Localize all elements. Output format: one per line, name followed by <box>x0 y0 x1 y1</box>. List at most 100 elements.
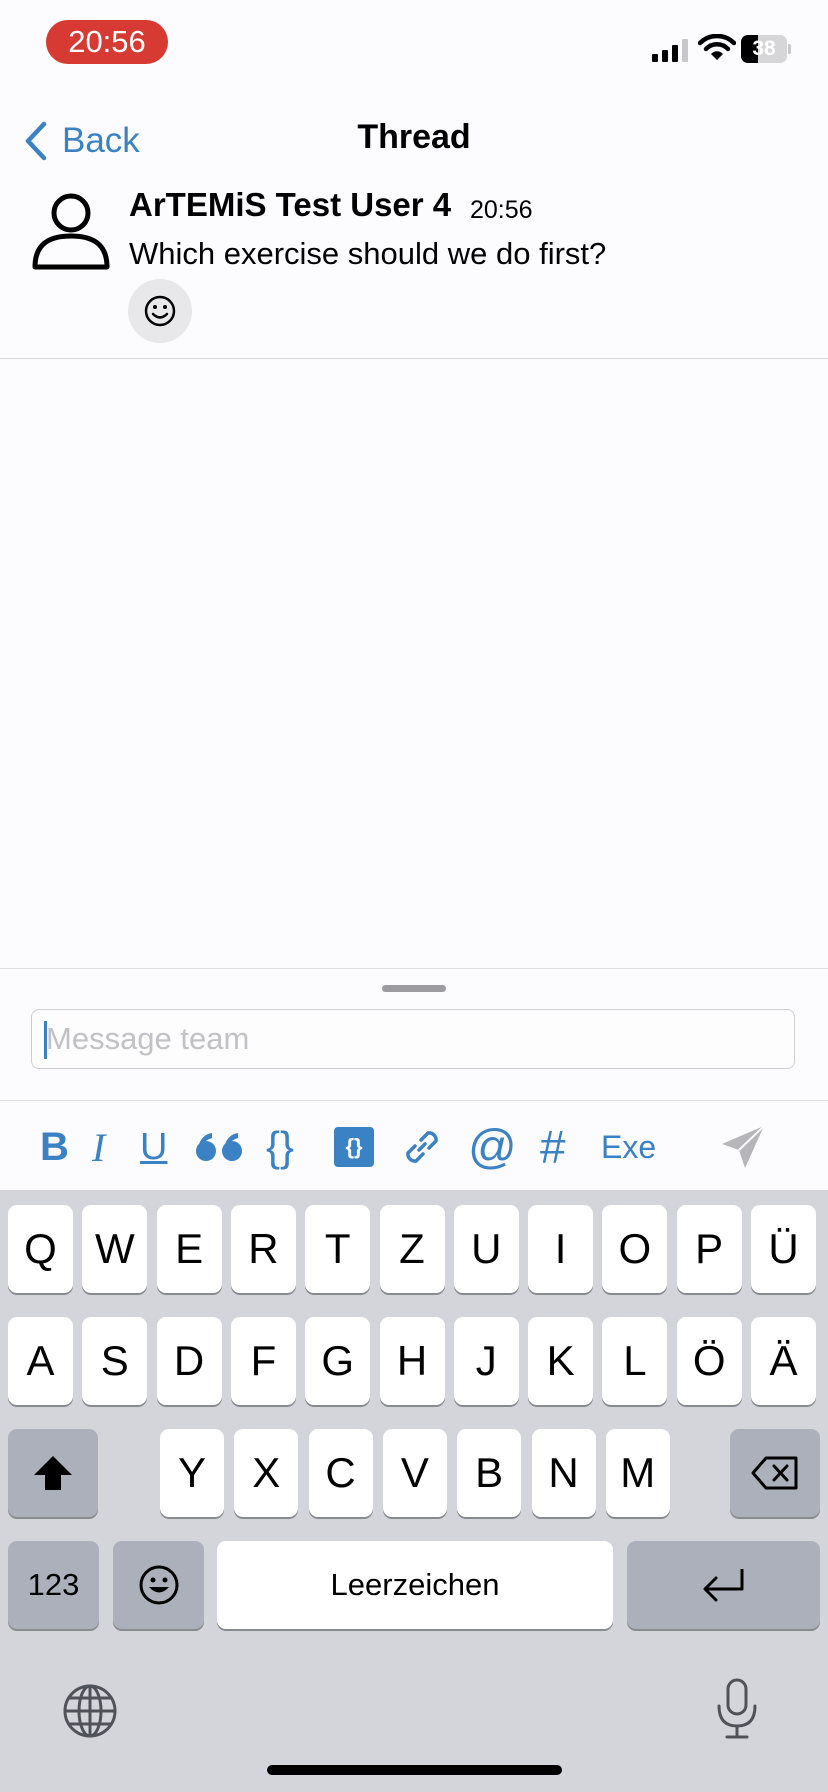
quote-button[interactable] <box>194 1119 244 1175</box>
return-key[interactable] <box>627 1541 820 1629</box>
post-time: 20:56 <box>470 196 533 224</box>
key-ü[interactable]: Ü <box>751 1205 816 1293</box>
globe-icon[interactable] <box>62 1683 118 1739</box>
battery-level: 38 <box>752 37 776 60</box>
key-d[interactable]: D <box>156 1317 222 1405</box>
microphone-icon[interactable] <box>716 1678 758 1740</box>
key-label: Ä <box>769 1337 798 1384</box>
wifi-icon <box>698 34 736 60</box>
key-y[interactable]: Y <box>160 1429 224 1517</box>
backspace-icon <box>751 1456 798 1490</box>
key-label: F <box>250 1337 277 1384</box>
key-z[interactable]: Z <box>379 1205 445 1293</box>
message-input[interactable] <box>31 1009 795 1069</box>
inline-code-button[interactable]: {} <box>266 1119 294 1175</box>
post-text: Which exercise should we do first? <box>129 236 607 271</box>
key-ä[interactable]: Ä <box>751 1317 816 1405</box>
emoji-key[interactable] <box>113 1541 204 1629</box>
key-e[interactable]: E <box>156 1205 222 1293</box>
key-label: C <box>325 1449 356 1496</box>
key-label: I <box>554 1225 567 1272</box>
key-ö[interactable]: Ö <box>676 1317 742 1405</box>
key-o[interactable]: O <box>602 1205 668 1293</box>
mention-button[interactable]: @ <box>468 1119 517 1175</box>
key-label: W <box>94 1225 135 1272</box>
key-label: M <box>620 1449 656 1496</box>
shift-key[interactable] <box>8 1429 98 1517</box>
home-indicator[interactable] <box>267 1765 562 1775</box>
key-label: K <box>546 1337 575 1384</box>
key-label: B <box>475 1449 504 1496</box>
send-button[interactable] <box>718 1119 768 1175</box>
add-reaction-button[interactable] <box>128 279 192 343</box>
link-icon <box>406 1131 438 1163</box>
key-u[interactable]: U <box>453 1205 519 1293</box>
key-t[interactable]: T <box>305 1205 371 1293</box>
key-c[interactable]: C <box>308 1429 373 1517</box>
person-icon <box>32 193 110 270</box>
delete-key[interactable] <box>730 1429 820 1517</box>
status-time: 20:56 <box>46 20 168 64</box>
key-f[interactable]: F <box>230 1317 296 1405</box>
key-label: P <box>695 1225 724 1272</box>
return-icon <box>703 1569 743 1602</box>
key-q[interactable]: Q <box>8 1205 73 1293</box>
key-label: U <box>471 1225 502 1272</box>
key-k[interactable]: K <box>528 1317 594 1405</box>
key-label: N <box>548 1449 579 1496</box>
key-label: D <box>173 1337 205 1384</box>
exercise-reference-button[interactable]: Exe <box>601 1119 656 1175</box>
space-key[interactable]: Leerzeichen <box>217 1541 613 1629</box>
key-j[interactable]: J <box>453 1317 519 1405</box>
text-cursor <box>44 1021 47 1059</box>
battery-indicator: 38 <box>741 35 791 63</box>
code-block-button[interactable]: {} <box>334 1127 374 1167</box>
key-p[interactable]: P <box>676 1205 742 1293</box>
key-label: G <box>321 1337 355 1384</box>
space-key-label: Leerzeichen <box>330 1567 500 1602</box>
key-label: T <box>324 1225 351 1272</box>
key-label: X <box>252 1449 281 1496</box>
key-label: A <box>26 1337 55 1384</box>
quote-icon <box>196 1133 242 1161</box>
emoji-icon <box>139 1565 178 1605</box>
underline-button[interactable]: U <box>140 1119 167 1175</box>
shift-icon <box>34 1456 72 1490</box>
numbers-key[interactable]: 123 <box>8 1541 99 1629</box>
key-label: Ö <box>692 1337 726 1384</box>
page-title: Thread <box>357 118 471 156</box>
key-label: V <box>400 1449 429 1496</box>
key-s[interactable]: S <box>82 1317 148 1405</box>
sheet-grabber[interactable] <box>382 985 446 992</box>
key-h[interactable]: H <box>379 1317 445 1405</box>
bold-button[interactable]: B <box>40 1119 69 1175</box>
key-n[interactable]: N <box>531 1429 596 1517</box>
divider <box>0 358 828 359</box>
key-m[interactable]: M <box>605 1429 670 1517</box>
key-label: S <box>100 1337 129 1384</box>
italic-button[interactable]: I <box>92 1119 105 1175</box>
key-i[interactable]: I <box>528 1205 594 1293</box>
smiley-icon <box>144 295 176 327</box>
key-l[interactable]: L <box>602 1317 668 1405</box>
divider <box>0 968 828 969</box>
key-w[interactable]: W <box>82 1205 148 1293</box>
post-author[interactable]: ArTEMiS Test User 4 <box>129 186 451 224</box>
key-label: Z <box>399 1225 425 1272</box>
numbers-key-label: 123 <box>27 1567 80 1602</box>
key-label: R <box>248 1225 279 1272</box>
key-v[interactable]: V <box>382 1429 447 1517</box>
key-label: Y <box>177 1449 206 1496</box>
key-x[interactable]: X <box>234 1429 299 1517</box>
key-g[interactable]: G <box>305 1317 371 1405</box>
key-label: Q <box>24 1225 57 1272</box>
link-button[interactable] <box>398 1119 446 1175</box>
key-b[interactable]: B <box>457 1429 522 1517</box>
cellular-signal-icon <box>652 38 692 62</box>
channel-reference-button[interactable]: # <box>540 1119 566 1175</box>
key-label: O <box>618 1225 652 1272</box>
key-label: L <box>623 1337 647 1384</box>
key-r[interactable]: R <box>230 1205 296 1293</box>
key-a[interactable]: A <box>8 1317 73 1405</box>
key-label: Ü <box>768 1225 799 1272</box>
